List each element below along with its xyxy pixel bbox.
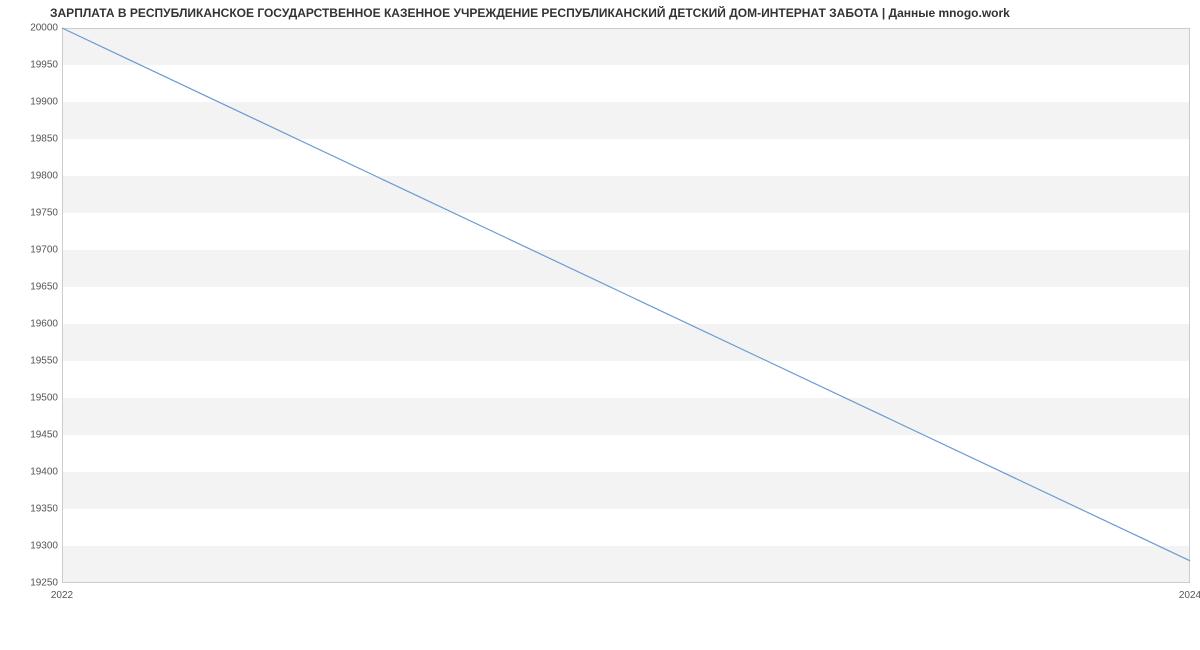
y-tick-label: 19450 [20, 430, 58, 441]
data-line [62, 28, 1190, 561]
y-tick-label: 19800 [20, 171, 58, 182]
y-tick-label: 19950 [20, 60, 58, 71]
y-tick-label: 19300 [20, 541, 58, 552]
y-tick-label: 19900 [20, 97, 58, 108]
y-tick-label: 19500 [20, 393, 58, 404]
y-tick-label: 19350 [20, 504, 58, 515]
x-tick-label: 2022 [51, 590, 73, 601]
y-tick-label: 19850 [20, 134, 58, 145]
plot-area: 1925019300193501940019450195001955019600… [62, 28, 1190, 583]
y-tick-label: 19250 [20, 578, 58, 589]
y-tick-label: 20000 [20, 23, 58, 34]
y-tick-label: 19700 [20, 245, 58, 256]
y-tick-label: 19550 [20, 356, 58, 367]
chart-container: ЗАРПЛАТА В РЕСПУБЛИКАНСКОЕ ГОСУДАРСТВЕНН… [0, 0, 1200, 650]
chart-title: ЗАРПЛАТА В РЕСПУБЛИКАНСКОЕ ГОСУДАРСТВЕНН… [50, 6, 1190, 20]
y-tick-label: 19750 [20, 208, 58, 219]
y-tick-label: 19650 [20, 282, 58, 293]
y-tick-label: 19400 [20, 467, 58, 478]
x-tick-label: 2024 [1179, 590, 1200, 601]
y-tick-label: 19600 [20, 319, 58, 330]
line-svg [62, 28, 1190, 583]
